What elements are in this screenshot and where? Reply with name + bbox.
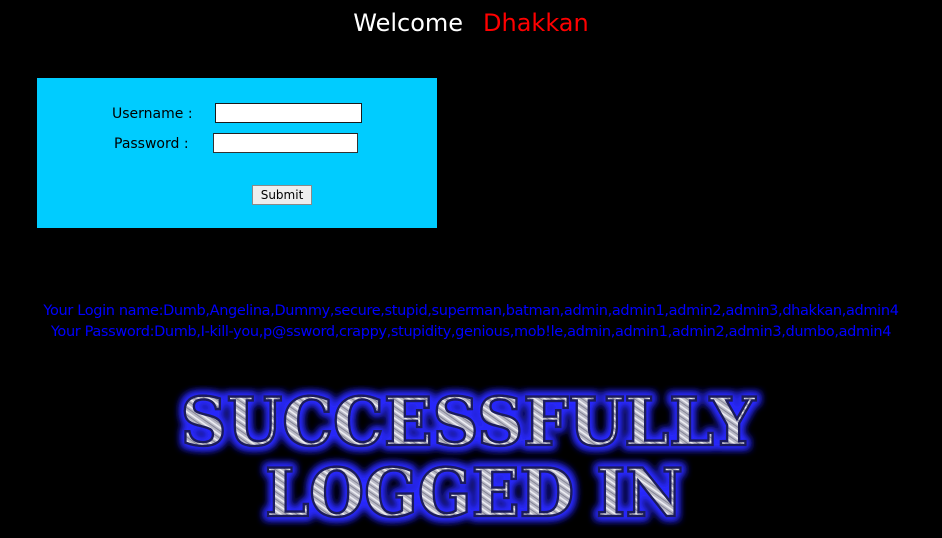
success-banner: SUCCESSFULLY LOGGED IN: [179, 385, 757, 533]
user-name: Dhakkan: [483, 9, 589, 37]
password-input[interactable]: [213, 133, 358, 153]
banner-line-1: SUCCESSFULLY: [181, 385, 757, 461]
username-label: Username :: [112, 106, 193, 122]
submit-button[interactable]: Submit: [252, 185, 312, 205]
login-names-line: Your Login name:Dumb,Angelina,Dummy,secu…: [43, 303, 899, 319]
username-input[interactable]: [215, 103, 362, 123]
query-results: Your Login name:Dumb,Angelina,Dummy,secu…: [0, 301, 942, 343]
welcome-header: Welcome Dhakkan: [0, 8, 942, 38]
passwords-line: Your Password:Dumb,I-kill-you,p@ssword,c…: [50, 324, 892, 340]
password-label: Password :: [114, 136, 189, 152]
welcome-text: Welcome: [353, 9, 464, 37]
login-form: Username : Password : Submit: [37, 78, 437, 228]
banner-line-2: LOGGED IN: [265, 454, 683, 532]
